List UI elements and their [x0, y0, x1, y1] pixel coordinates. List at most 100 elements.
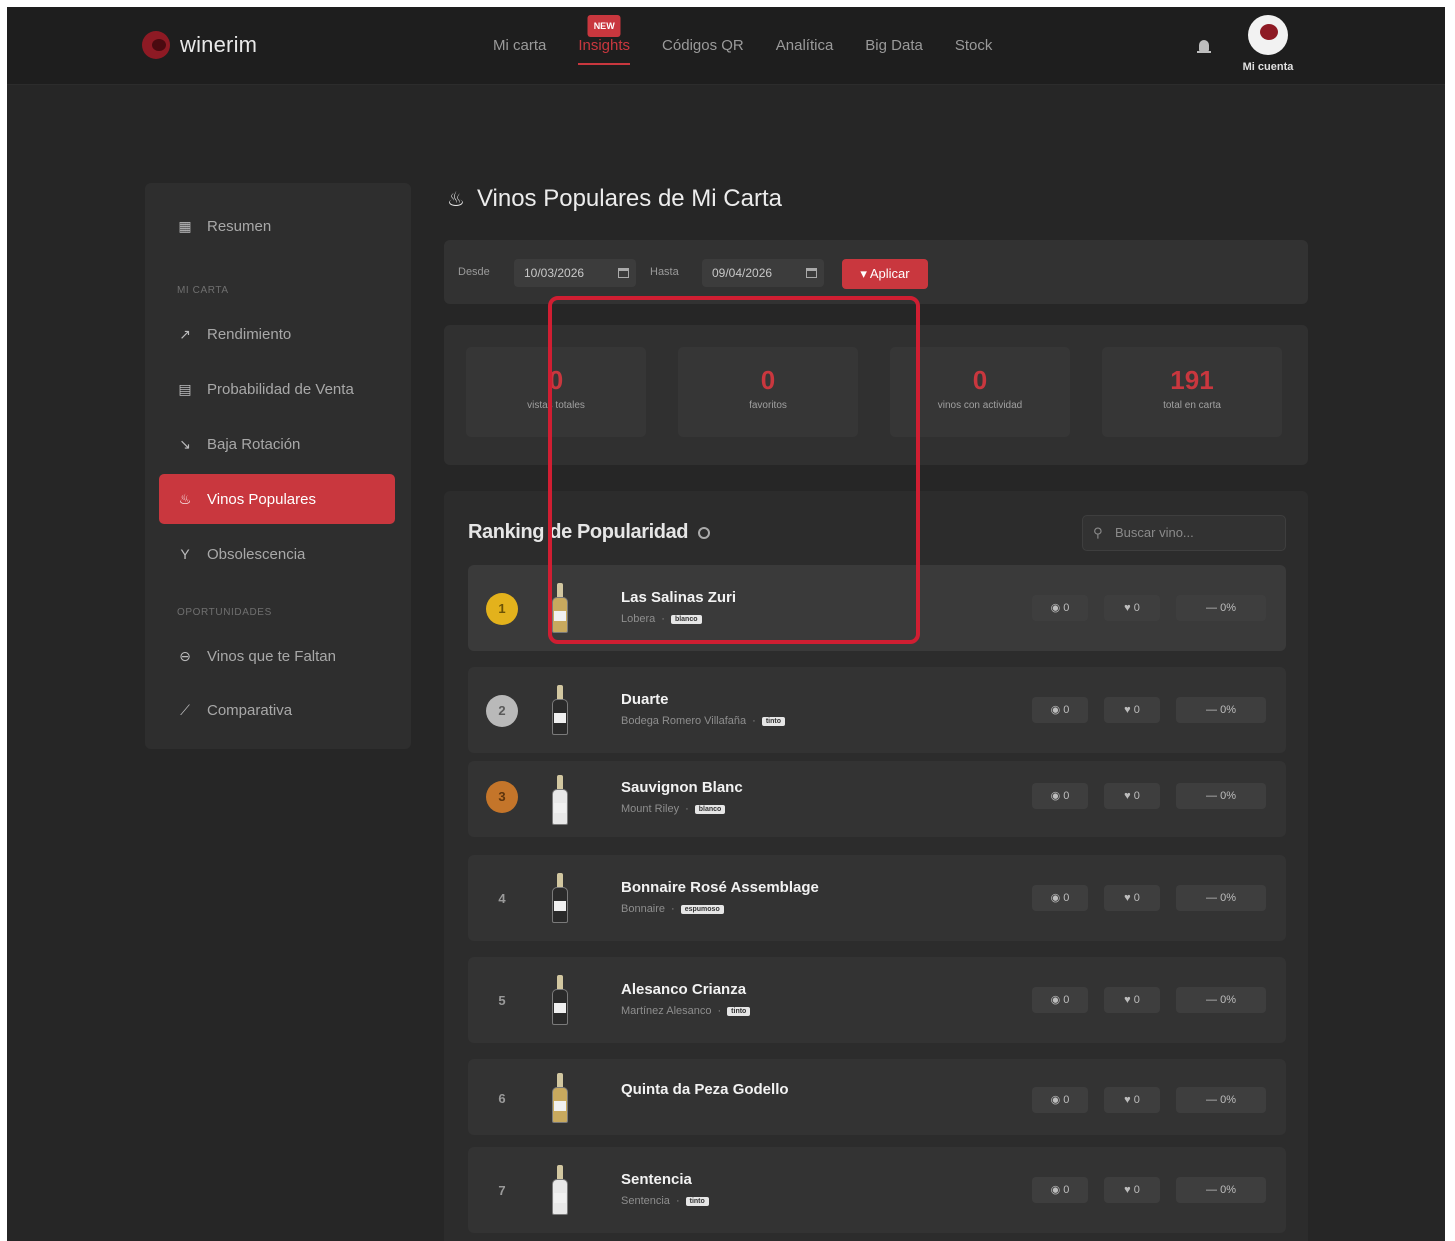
- ranking-row[interactable]: 3 Sauvignon Blanc Mount Riley · blanco ◉ …: [468, 761, 1286, 837]
- stat-value: 0: [972, 365, 988, 395]
- brand-logo[interactable]: winerim: [142, 31, 257, 59]
- apply-button[interactable]: ▾ Aplicar: [842, 259, 928, 289]
- wine-bottle-icon: [552, 775, 568, 825]
- wine-meta: Martínez Alesanco · tinto: [621, 1005, 751, 1017]
- sidebar-item-vinos-populares[interactable]: ♨ Vinos Populares: [159, 474, 395, 524]
- nav-codigos-qr[interactable]: Códigos QR: [646, 37, 760, 67]
- info-icon[interactable]: [698, 526, 711, 539]
- wine-type-tag: tinto: [685, 1196, 709, 1206]
- wine-meta: Lobera · blanco: [621, 613, 702, 625]
- favs-value: 0: [1133, 1184, 1140, 1196]
- stat-card-total: 191 total en carta: [1102, 347, 1282, 437]
- fire-icon: ♨: [447, 188, 465, 211]
- views-value: 0: [1063, 790, 1070, 802]
- apply-label: Aplicar: [869, 266, 910, 281]
- wine-name: Sentencia: [621, 1171, 692, 1188]
- sidebar-item-vinos-que-faltan[interactable]: ⊖ Vinos que te Faltan: [159, 631, 395, 681]
- winerim-logo-icon: [142, 31, 170, 59]
- account-label: Mi cuenta: [1242, 61, 1294, 73]
- avatar: [1248, 15, 1288, 55]
- wine-producer: Mount Riley: [621, 803, 680, 815]
- favs-metric: ♥ 0: [1104, 783, 1160, 809]
- insights-sidebar: ▦ Resumen MI CARTA ↗ Rendimiento ▤ Proba…: [145, 183, 411, 749]
- heart-icon: ♥: [1124, 704, 1134, 716]
- search-placeholder: Buscar vino...: [1115, 525, 1194, 540]
- wine-name: Sauvignon Blanc: [621, 779, 743, 796]
- search-icon: ⚲: [1093, 525, 1103, 540]
- sidebar-item-baja-rotacion[interactable]: ↘ Baja Rotación: [159, 419, 395, 469]
- account-menu[interactable]: Mi cuenta: [1232, 15, 1304, 73]
- ranking-row[interactable]: 6 Quinta da Peza Godello ◉ 0 ♥ 0 — 0%: [468, 1059, 1286, 1135]
- hasta-date-input[interactable]: 09/04/2026: [702, 259, 824, 287]
- calendar-icon[interactable]: [618, 268, 629, 278]
- rank-number: 4: [498, 891, 506, 906]
- top-navbar: winerim Mi carta NEW Insights Códigos QR…: [7, 7, 1445, 85]
- wine-name: Alesanco Crianza: [621, 981, 747, 998]
- bell-icon[interactable]: [1197, 40, 1211, 56]
- ranking-row[interactable]: 4 Bonnaire Rosé Assemblage Bonnaire · esp…: [468, 855, 1286, 941]
- sidebar-item-comparativa[interactable]: ⟋ Comparativa: [159, 685, 395, 735]
- wine-bottle-icon: [552, 685, 568, 735]
- calculator-icon: ▤: [178, 380, 192, 397]
- pct-value: 0%: [1220, 790, 1236, 802]
- sidebar-item-probabilidad[interactable]: ▤ Probabilidad de Venta: [159, 364, 395, 414]
- stat-label: favoritos: [749, 400, 787, 411]
- hasta-date-value: 09/04/2026: [712, 266, 773, 280]
- views-value: 0: [1063, 994, 1070, 1006]
- calendar-icon[interactable]: [806, 268, 817, 278]
- views-metric: ◉ 0: [1032, 885, 1088, 911]
- trend-metric: — 0%: [1176, 1177, 1266, 1203]
- views-metric: ◉ 0: [1032, 987, 1088, 1013]
- sidebar-item-label: Resumen: [207, 217, 272, 235]
- nav-stock[interactable]: Stock: [939, 37, 1009, 67]
- eye-icon: ◉: [1050, 1184, 1064, 1196]
- rank-badge-gold: 1: [486, 593, 518, 625]
- wine-bottle-icon: [552, 583, 568, 633]
- favs-value: 0: [1133, 704, 1140, 716]
- chart-line-icon: ⟋: [180, 701, 190, 718]
- heart-icon: ♥: [1124, 892, 1134, 904]
- nav-big-data[interactable]: Big Data: [849, 37, 939, 67]
- wine-meta: Mount Riley · blanco: [621, 803, 726, 815]
- stat-card-vistas: 0 vistas totales: [466, 347, 646, 437]
- views-value: 0: [1063, 892, 1070, 904]
- nav-mi-carta[interactable]: Mi carta: [477, 37, 562, 67]
- fire-icon: ♨: [178, 490, 192, 507]
- sidebar-section-oportunidades: OPORTUNIDADES: [177, 607, 272, 618]
- rank-badge-bronze: 3: [486, 781, 518, 813]
- sidebar-item-resumen[interactable]: ▦ Resumen: [159, 201, 395, 251]
- search-input[interactable]: ⚲ Buscar vino...: [1082, 515, 1286, 551]
- eye-icon: ◉: [1050, 602, 1064, 614]
- nav-insights[interactable]: NEW Insights: [562, 15, 646, 67]
- ranking-row[interactable]: 5 Alesanco Crianza Martínez Alesanco · ti…: [468, 957, 1286, 1043]
- trend-down-icon: ↘: [179, 435, 191, 452]
- grid-icon: ▦: [178, 217, 192, 234]
- pct-value: 0%: [1220, 704, 1236, 716]
- views-value: 0: [1063, 602, 1070, 614]
- dash-icon: —: [1206, 1184, 1221, 1196]
- sidebar-item-obsolescencia[interactable]: Y Obsolescencia: [159, 529, 395, 579]
- sidebar-item-rendimiento[interactable]: ↗ Rendimiento: [159, 309, 395, 359]
- views-metric: ◉ 0: [1032, 697, 1088, 723]
- ranking-title-text: Ranking de Popularidad: [468, 521, 689, 543]
- ranking-row[interactable]: 7 Sentencia Sentencia · tinto ◉ 0 ♥ 0 — 0…: [468, 1147, 1286, 1233]
- minus-circle-icon: ⊖: [179, 647, 191, 664]
- app-window: winerim Mi carta NEW Insights Códigos QR…: [7, 7, 1445, 1241]
- nav-analitica[interactable]: Analítica: [760, 37, 850, 67]
- rank-number: 7: [498, 1183, 506, 1198]
- ranking-row[interactable]: 2 Duarte Bodega Romero Villafaña · tinto …: [468, 667, 1286, 753]
- trend-metric: — 0%: [1176, 595, 1266, 621]
- eye-icon: ◉: [1050, 994, 1064, 1006]
- wine-name: Duarte: [621, 691, 669, 708]
- sidebar-item-label: Comparativa: [207, 701, 293, 719]
- favs-value: 0: [1133, 892, 1140, 904]
- favs-value: 0: [1133, 1094, 1140, 1106]
- sidebar-section-mi-carta: MI CARTA: [177, 285, 229, 296]
- page-title-text: Vinos Populares de Mi Carta: [476, 185, 782, 212]
- stat-label: vistas totales: [527, 400, 585, 411]
- heart-icon: ♥: [1124, 1184, 1134, 1196]
- desde-date-input[interactable]: 10/03/2026: [514, 259, 636, 287]
- ranking-row[interactable]: 1 Las Salinas Zuri Lobera · blanco ◉ 0 ♥ …: [468, 565, 1286, 651]
- new-badge: NEW: [587, 15, 621, 37]
- views-value: 0: [1063, 704, 1070, 716]
